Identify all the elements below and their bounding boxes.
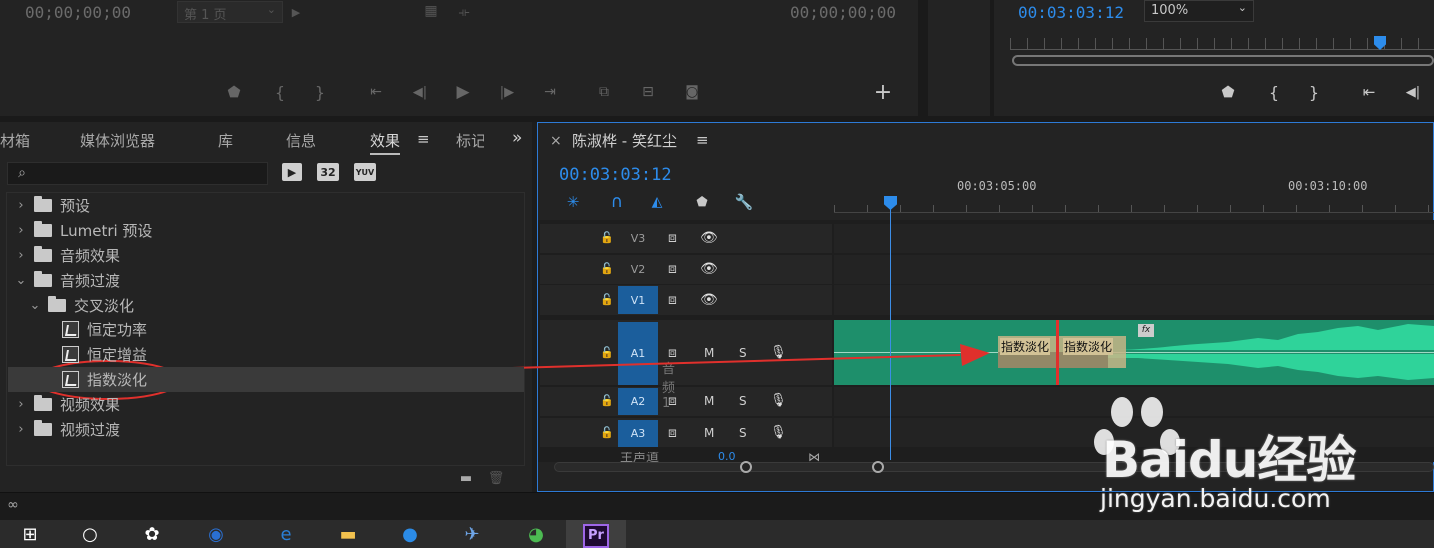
app-green-icon[interactable]: ◕: [516, 520, 556, 548]
chevron-right-icon[interactable]: ›: [14, 198, 28, 213]
transition-effect-icon: [62, 321, 79, 338]
effects-tree-item[interactable]: ⌄ 交叉淡化: [8, 293, 524, 318]
effects-tree-item[interactable]: 指数淡化: [8, 367, 524, 392]
chevron-right-icon[interactable]: ›: [14, 223, 28, 238]
transition-effect-icon: [62, 346, 79, 363]
folder-icon: [34, 395, 52, 411]
effects-tree-item[interactable]: 恒定功率: [8, 317, 524, 342]
creative-cloud-icon[interactable]: ∞: [4, 497, 22, 513]
chevron-right-icon[interactable]: ›: [14, 248, 28, 263]
edge-icon[interactable]: e: [266, 520, 306, 548]
effects-tree-item-label: 指数淡化: [87, 371, 148, 389]
premiere-icon: Pr: [583, 524, 609, 548]
effects-tree-item-label: 交叉淡化: [74, 297, 135, 315]
effects-tree-item[interactable]: › 音频效果: [8, 243, 524, 268]
folder-icon: [34, 246, 52, 262]
preset-folder-icon: [34, 196, 52, 212]
watermark-brand: Baidu经验: [1102, 431, 1356, 489]
effects-tree-item[interactable]: › 视频效果: [8, 392, 524, 417]
effects-tree-item-label: 恒定功率: [87, 321, 148, 339]
transition-effect-icon: [62, 371, 79, 388]
folder-icon: [48, 296, 66, 312]
effects-tree-item-label: 音频过渡: [60, 272, 121, 290]
file-explorer-icon[interactable]: ▬: [328, 520, 368, 548]
chevron-down-icon[interactable]: ⌄: [28, 298, 42, 313]
effects-tree-item-label: 恒定增益: [87, 346, 148, 364]
watermark-url: jingyan.baidu.com: [1100, 484, 1331, 513]
effects-tree-item[interactable]: › 视频过渡: [8, 417, 524, 442]
chevron-down-icon[interactable]: ⌄: [14, 273, 28, 288]
effects-tree-item-label: 视频过渡: [60, 421, 121, 439]
premiere-taskbar-item[interactable]: Pr: [566, 520, 626, 548]
effects-tree-item[interactable]: 恒定增益: [8, 342, 524, 367]
chevron-right-icon[interactable]: ›: [14, 422, 28, 437]
effects-tree-item-label: 预设: [60, 197, 91, 215]
effects-tree-item[interactable]: › Lumetri 预设: [8, 218, 524, 243]
app-flower-icon[interactable]: ✿: [132, 520, 172, 548]
preset-folder-icon: [34, 221, 52, 237]
folder-icon: [34, 420, 52, 436]
effects-tree-item-label: 音频效果: [60, 247, 121, 265]
effects-tree-item[interactable]: ⌄ 音频过渡: [8, 268, 524, 293]
sogou-icon[interactable]: ●: [390, 520, 430, 548]
app-bird-icon[interactable]: ✈: [452, 520, 492, 548]
effects-tree-item-label: Lumetri 预设: [60, 222, 153, 240]
windows-start-icon[interactable]: ⊞: [10, 520, 50, 548]
search-icon[interactable]: ○: [70, 520, 110, 548]
effects-tree-item-label: 视频效果: [60, 396, 121, 414]
sogou-browser-icon[interactable]: ◉: [196, 520, 236, 548]
chevron-right-icon[interactable]: ›: [14, 397, 28, 412]
folder-icon: [34, 271, 52, 287]
effects-tree-item[interactable]: › 预设: [8, 193, 524, 218]
